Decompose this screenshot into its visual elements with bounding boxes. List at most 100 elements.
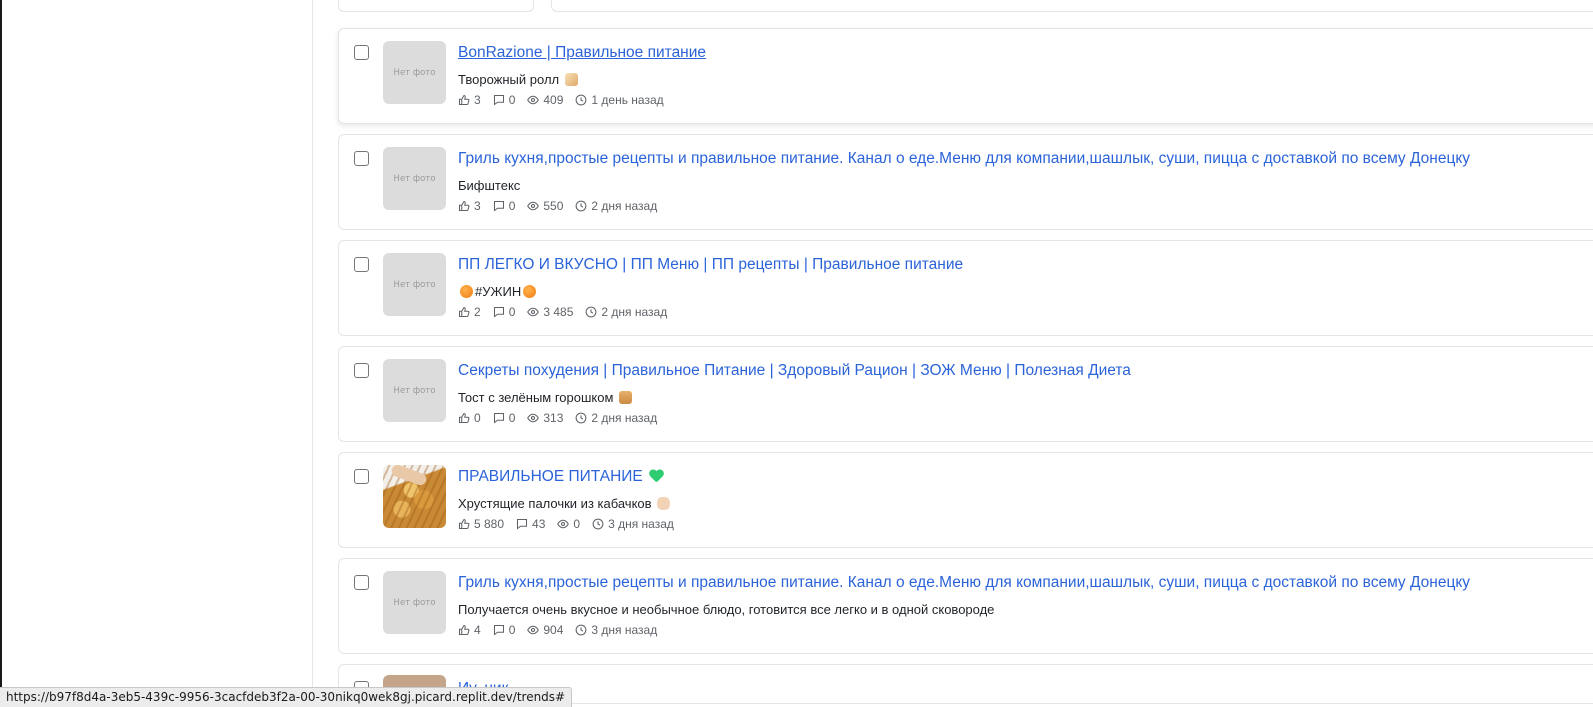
post-list: Нет фото BonRazione | Правильное питание Т… bbox=[338, 28, 1593, 707]
stat-time-value: 3 дня назад bbox=[608, 517, 674, 531]
post-card[interactable]: Нет фото Гриль кухня,простые рецепты и пр… bbox=[338, 558, 1593, 654]
filter-box-left[interactable] bbox=[338, 0, 534, 12]
post-text-content: Хрустящие палочки из кабачков bbox=[458, 496, 652, 511]
stat-time-value: 2 дня назад bbox=[591, 411, 658, 425]
stat-comments-value: 0 bbox=[508, 411, 516, 425]
no-photo-label: Нет фото bbox=[393, 279, 436, 290]
stat-views: 904 bbox=[527, 623, 563, 637]
stat-likes-value: 0 bbox=[474, 411, 481, 425]
post-text: Тост с зелёным горошком bbox=[458, 389, 1592, 406]
clock-icon bbox=[576, 624, 587, 636]
stat-time: 1 день назад bbox=[575, 93, 664, 107]
post-text: #УЖИН bbox=[458, 283, 1592, 300]
stat-views-value: 409 bbox=[543, 93, 564, 107]
channel-link[interactable]: Гриль кухня,простые рецепты и правильное… bbox=[458, 573, 1470, 593]
stat-views-value: 904 bbox=[543, 623, 564, 637]
eye-icon bbox=[527, 413, 540, 423]
post-text: Бифштекс bbox=[458, 177, 1592, 194]
green-heart-emoji-icon bbox=[649, 470, 664, 483]
comment-icon bbox=[493, 412, 504, 424]
channel-link[interactable]: Гриль кухня,простые рецепты и правильное… bbox=[458, 149, 1470, 169]
post-body: Секреты похудения | Правильное Питание |… bbox=[458, 361, 1592, 425]
stat-time: 2 дня назад bbox=[575, 411, 657, 425]
post-card[interactable]: Нет фото ПП ЛЕГКО И ВКУСНО | ПП Меню | ПП… bbox=[338, 240, 1593, 336]
stat-views-value: 550 bbox=[543, 199, 564, 213]
post-stats: 2 0 3 485 2 дня назад bbox=[458, 305, 1592, 319]
thumbs-up-icon bbox=[458, 518, 470, 530]
channel-link[interactable]: ПП ЛЕГКО И ВКУСНО | ПП Меню | ПП рецепты… bbox=[458, 255, 963, 275]
post-card[interactable]: ПРАВИЛЬНОЕ ПИТАНИЕ Хрустящие палочки из … bbox=[338, 452, 1593, 548]
post-body: ПРАВИЛЬНОЕ ПИТАНИЕ Хрустящие палочки из … bbox=[458, 467, 1592, 531]
stat-views: 409 bbox=[527, 93, 563, 107]
thumbs-up-icon bbox=[458, 200, 470, 212]
post-text: Творожный ролл bbox=[458, 71, 1592, 88]
channel-link[interactable]: ПРАВИЛЬНОЕ ПИТАНИЕ bbox=[458, 467, 643, 487]
post-select-checkbox[interactable] bbox=[354, 363, 369, 378]
stat-comments: 43 bbox=[516, 517, 545, 531]
clock-icon bbox=[576, 200, 587, 212]
browser-status-bar: https://b97f8d4a-3eb5-439c-9956-3cacfdeb… bbox=[0, 687, 573, 707]
ok-hand-emoji-icon bbox=[657, 497, 671, 510]
channel-link[interactable]: Секреты похудения | Правильное Питание |… bbox=[458, 361, 1131, 381]
stat-views-value: 0 bbox=[573, 517, 581, 531]
stat-comments-value: 43 bbox=[532, 517, 546, 531]
post-thumbnail-placeholder: Нет фото bbox=[383, 359, 446, 422]
post-select-checkbox[interactable] bbox=[354, 575, 369, 590]
comment-icon bbox=[517, 518, 528, 530]
comment-icon bbox=[493, 624, 504, 636]
stat-likes-value: 4 bbox=[474, 623, 481, 637]
tangerine-emoji-icon bbox=[460, 285, 473, 298]
post-text: Получается очень вкусное и необычное блю… bbox=[458, 601, 1592, 618]
post-select-checkbox[interactable] bbox=[354, 469, 369, 484]
stat-views: 0 bbox=[557, 517, 580, 531]
eye-icon bbox=[527, 95, 540, 105]
clock-icon bbox=[576, 412, 587, 424]
post-body: Гриль кухня,простые рецепты и правильное… bbox=[458, 573, 1592, 637]
stat-comments: 0 bbox=[493, 305, 516, 319]
post-card[interactable]: Нет фото Секреты похудения | Правильное П… bbox=[338, 346, 1593, 442]
thumbs-up-icon bbox=[458, 412, 470, 424]
post-text-content: Получается очень вкусное и необычное блю… bbox=[458, 602, 995, 617]
channel-name: BonRazione | Правильное питание bbox=[458, 44, 707, 61]
window-edge bbox=[0, 0, 2, 707]
stat-time-value: 3 дня назад bbox=[591, 623, 658, 637]
stat-views: 3 485 bbox=[527, 305, 573, 319]
comment-icon bbox=[493, 306, 504, 318]
stat-likes-value: 2 bbox=[474, 305, 481, 319]
post-card[interactable]: Нет фото BonRazione | Правильное питание Т… bbox=[338, 28, 1593, 124]
post-body: Гриль кухня,простые рецепты и правильное… bbox=[458, 149, 1592, 213]
eye-icon bbox=[527, 307, 540, 317]
stat-time: 2 дня назад bbox=[585, 305, 667, 319]
comment-icon bbox=[493, 200, 504, 212]
stat-comments-value: 0 bbox=[508, 199, 516, 213]
stat-time-value: 2 дня назад bbox=[601, 305, 668, 319]
stat-likes: 4 bbox=[458, 623, 481, 637]
stat-views-value: 313 bbox=[543, 411, 564, 425]
stat-likes-value: 5 880 bbox=[474, 517, 505, 531]
post-text-content: Тост с зелёным горошком bbox=[458, 390, 614, 405]
post-text-content: #УЖИН bbox=[475, 284, 522, 299]
post-stats: 3 0 409 1 день назад bbox=[458, 93, 1592, 107]
post-text: Хрустящие палочки из кабачков bbox=[458, 495, 1592, 512]
filter-box-right[interactable] bbox=[551, 0, 1593, 12]
thumbs-up-icon bbox=[458, 94, 470, 106]
stat-likes-value: 3 bbox=[474, 199, 481, 213]
post-select-checkbox[interactable] bbox=[354, 257, 369, 272]
eye-icon bbox=[557, 519, 570, 529]
stat-likes: 5 880 bbox=[458, 517, 504, 531]
post-thumbnail-placeholder: Нет фото bbox=[383, 571, 446, 634]
post-select-checkbox[interactable] bbox=[354, 151, 369, 166]
stat-comments-value: 0 bbox=[508, 305, 516, 319]
no-photo-label: Нет фото bbox=[393, 597, 436, 608]
post-select-checkbox[interactable] bbox=[354, 45, 369, 60]
post-card[interactable]: Нет фото Гриль кухня,простые рецепты и пр… bbox=[338, 134, 1593, 230]
stat-comments-value: 0 bbox=[508, 93, 516, 107]
stat-time: 3 дня назад bbox=[575, 623, 657, 637]
post-stats: 0 0 313 2 дня назад bbox=[458, 411, 1592, 425]
stat-likes: 3 bbox=[458, 199, 481, 213]
channel-link[interactable]: BonRazione | Правильное питание bbox=[458, 43, 706, 63]
stat-likes: 2 bbox=[458, 305, 481, 319]
stat-comments: 0 bbox=[493, 199, 516, 213]
stat-views: 550 bbox=[527, 199, 563, 213]
left-sidebar bbox=[0, 0, 313, 707]
